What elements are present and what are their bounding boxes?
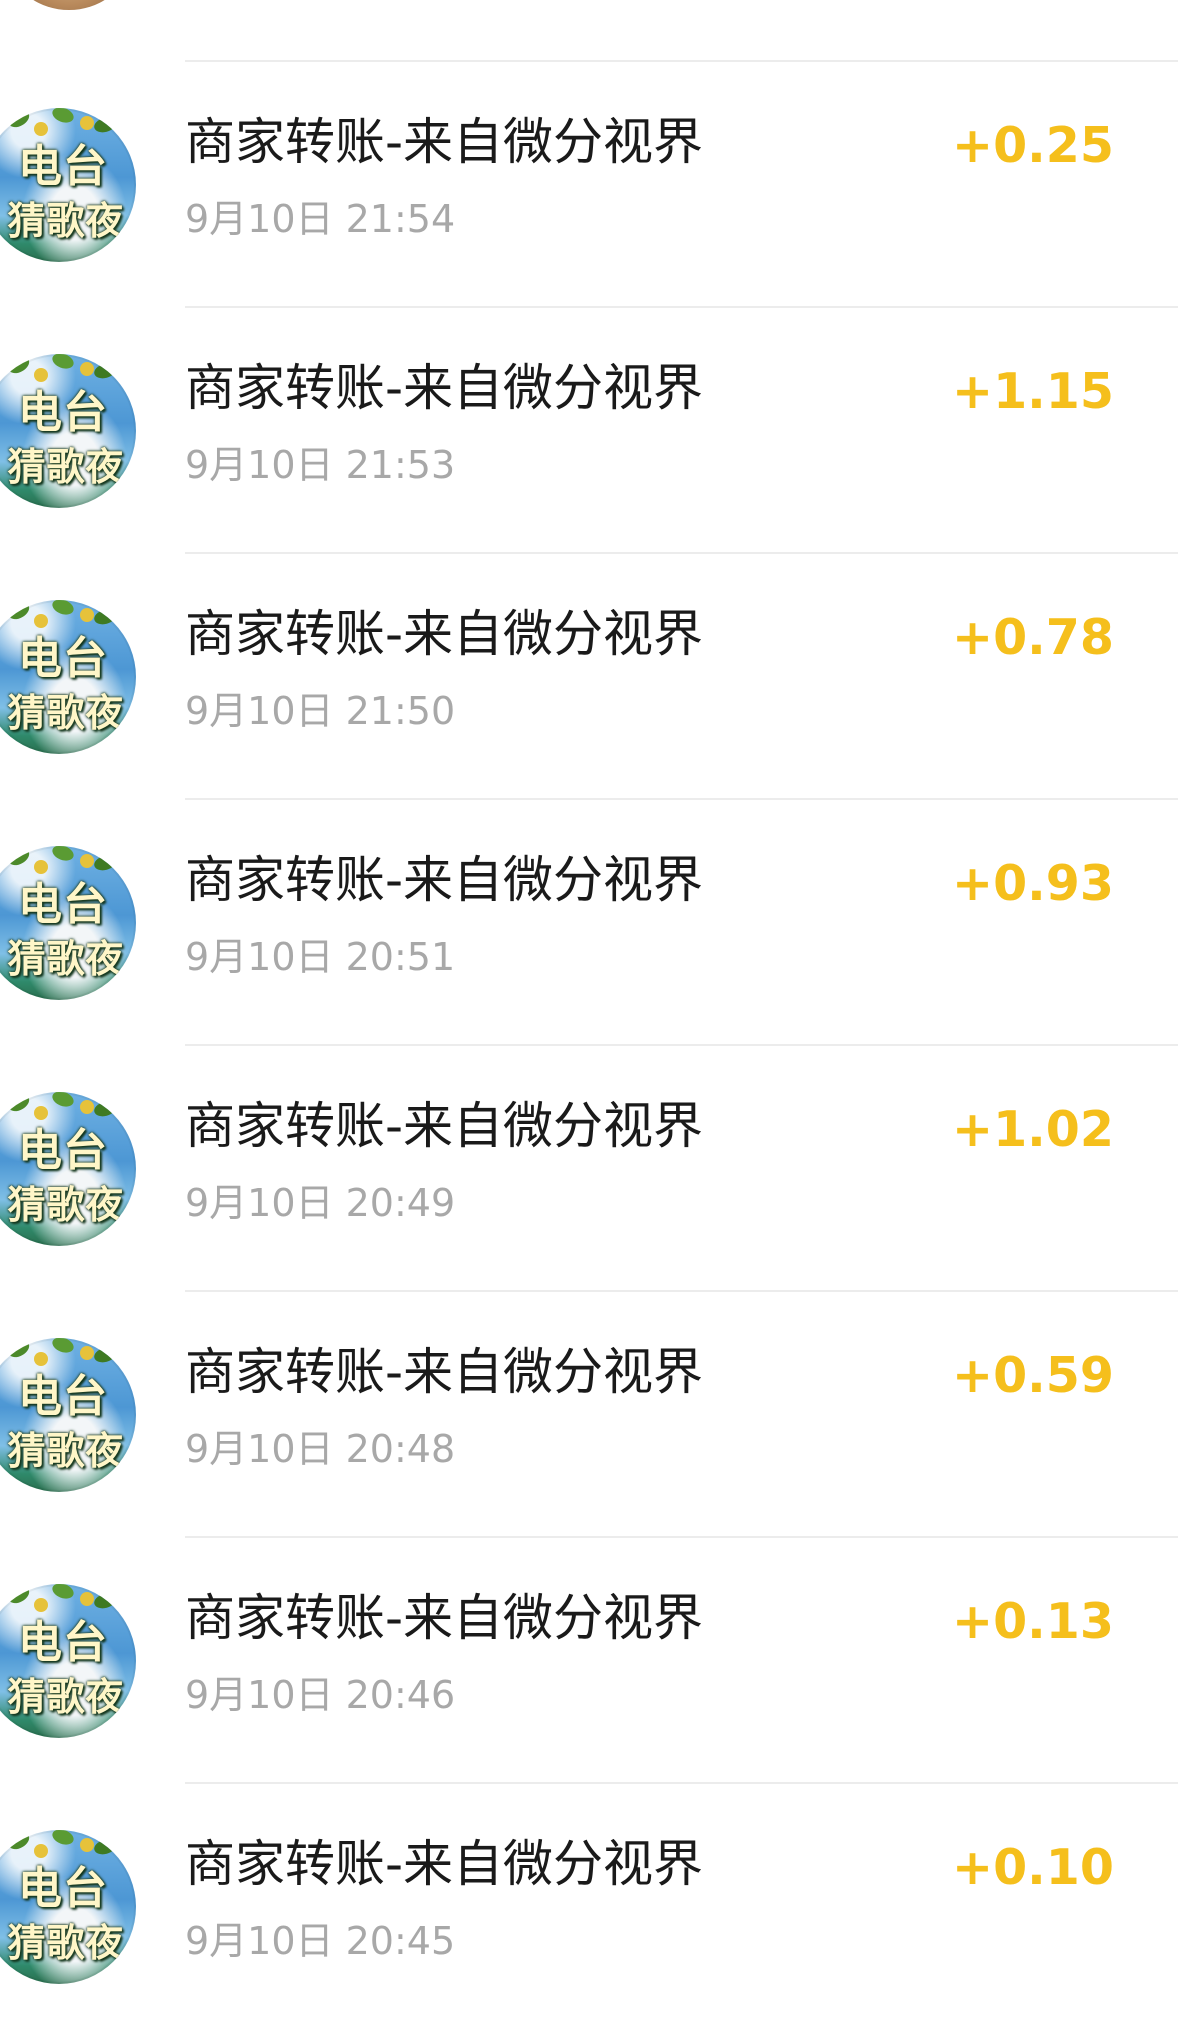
avatar-text-line2: 猜歌夜 (7, 444, 125, 489)
transaction-amount: +0.93 (952, 855, 1114, 912)
transaction-row[interactable]: 电台 猜歌夜 商家转账-来自微分视界 9月10日 20:46 +0.13 (0, 1538, 1178, 1784)
transaction-time: 9月10日 20:51 (185, 935, 456, 979)
transaction-row[interactable]: 电台 猜歌夜 商家转账-来自微分视界 9月10日 20:49 +1.02 (0, 1046, 1178, 1292)
avatar-text-line2: 猜歌夜 (7, 1674, 125, 1719)
avatar: 电台 猜歌夜 (0, 1830, 136, 1984)
transaction-row[interactable]: 电台 猜歌夜 商家转账-来自微分视界 9月10日 20:51 +0.93 (0, 800, 1178, 1046)
transaction-time: 9月10日 20:48 (185, 1427, 456, 1471)
avatar-text-line2: 猜歌夜 (7, 1182, 125, 1227)
transaction-amount: +1.15 (952, 363, 1114, 420)
transaction-amount: +0.59 (952, 1347, 1114, 1404)
avatar-text-line2: 猜歌夜 (7, 198, 125, 243)
avatar-text-line1: 电台 (18, 1371, 108, 1422)
transaction-row[interactable]: 电台 猜歌夜 商家转账-来自微分视界 9月10日 20:45 +0.10 (0, 1784, 1178, 2030)
transaction-title: 商家转账-来自微分视界 (185, 359, 704, 417)
transaction-title: 商家转账-来自微分视界 (185, 605, 704, 663)
transaction-title: 商家转账-来自微分视界 (185, 1343, 704, 1401)
transaction-time: 9月10日 20:49 (185, 1181, 456, 1225)
transaction-amount: +0.10 (952, 1839, 1114, 1896)
avatar-text-line1: 电台 (18, 1125, 108, 1176)
avatar-text-line2: 猜歌夜 (7, 936, 125, 981)
avatar (14, 0, 124, 10)
transaction-time: 9月10日 21:50 (185, 689, 456, 733)
transaction-time: 9月10日 20:46 (185, 1673, 456, 1717)
transaction-list: 电台 猜歌夜 商家转账-来自微分视界 9月10日 21:54 +0.25 电台 … (0, 62, 1178, 2030)
avatar: 电台 猜歌夜 (0, 354, 136, 508)
transaction-amount: +1.02 (952, 1101, 1114, 1158)
avatar-text-line1: 电台 (18, 879, 108, 930)
avatar: 电台 猜歌夜 (0, 846, 136, 1000)
avatar-text-line1: 电台 (18, 387, 108, 438)
avatar-text-line2: 猜歌夜 (7, 1920, 125, 1965)
transaction-title: 商家转账-来自微分视界 (185, 113, 704, 171)
transaction-row[interactable]: 电台 猜歌夜 商家转账-来自微分视界 9月10日 21:50 +0.78 (0, 554, 1178, 800)
transaction-amount: +0.78 (952, 609, 1114, 666)
transaction-title: 商家转账-来自微分视界 (185, 1835, 704, 1893)
transaction-list-page: 电台 猜歌夜 商家转账-来自微分视界 9月10日 21:54 +0.25 电台 … (0, 0, 1178, 2029)
avatar-text-line2: 猜歌夜 (7, 690, 125, 735)
avatar: 电台 猜歌夜 (0, 1584, 136, 1738)
avatar: 电台 猜歌夜 (0, 1338, 136, 1492)
transaction-row[interactable]: 电台 猜歌夜 商家转账-来自微分视界 9月10日 20:48 +0.59 (0, 1292, 1178, 1538)
transaction-title: 商家转账-来自微分视界 (185, 1097, 704, 1155)
avatar-text-line1: 电台 (18, 1617, 108, 1668)
avatar: 电台 猜歌夜 (0, 1092, 136, 1246)
transaction-time: 9月10日 21:53 (185, 443, 456, 487)
transaction-amount: +0.13 (952, 1593, 1114, 1650)
transaction-amount: +0.25 (952, 117, 1114, 174)
transaction-title: 商家转账-来自微分视界 (185, 851, 704, 909)
transaction-row[interactable]: 电台 猜歌夜 商家转账-来自微分视界 9月10日 21:54 +0.25 (0, 62, 1178, 308)
transaction-time: 9月10日 20:45 (185, 1919, 456, 1963)
transaction-title: 商家转账-来自微分视界 (185, 1589, 704, 1647)
avatar-text-line1: 电台 (18, 633, 108, 684)
avatar-text-line1: 电台 (18, 141, 108, 192)
transaction-row[interactable]: 电台 猜歌夜 商家转账-来自微分视界 9月10日 21:53 +1.15 (0, 308, 1178, 554)
avatar-text-line2: 猜歌夜 (7, 1428, 125, 1473)
transaction-time: 9月10日 21:54 (185, 197, 456, 241)
avatar-text-line1: 电台 (18, 1863, 108, 1914)
avatar: 电台 猜歌夜 (0, 108, 136, 262)
avatar: 电台 猜歌夜 (0, 600, 136, 754)
